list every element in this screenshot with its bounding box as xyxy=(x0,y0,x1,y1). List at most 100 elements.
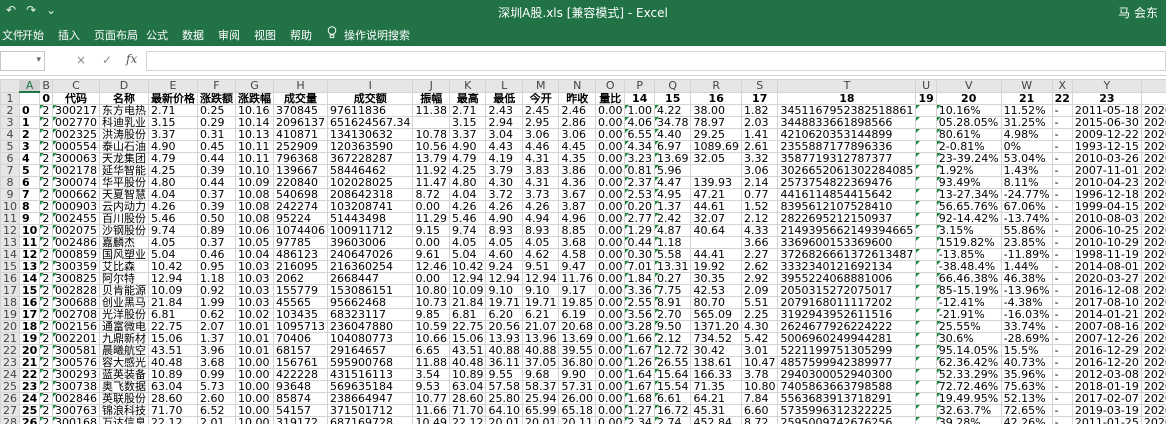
cell[interactable]: 44.41 xyxy=(690,247,742,261)
cell[interactable]: 2 xyxy=(39,247,53,261)
cell[interactable]: 2 xyxy=(39,199,53,213)
column-header[interactable]: W xyxy=(1000,79,1053,93)
cell[interactable]: 9.74 xyxy=(147,223,198,237)
cell[interactable]: 11.47 xyxy=(412,175,450,189)
cell[interactable]: 95224 xyxy=(272,211,328,225)
cell[interactable]: 0.00 xyxy=(594,379,626,393)
cell[interactable]: 3 xyxy=(18,139,41,153)
cell[interactable]: 10.03 xyxy=(234,283,274,297)
column-header[interactable]: C xyxy=(51,79,100,93)
column-header[interactable]: L xyxy=(485,79,523,93)
cell[interactable] xyxy=(690,163,742,177)
cell[interactable]: 3.72 xyxy=(485,187,523,201)
cell[interactable]: 11.92 xyxy=(412,163,450,177)
cell[interactable]: 5.73 xyxy=(196,379,236,393)
cell[interactable]: 10.42 xyxy=(448,259,487,273)
cell[interactable]: 4210620353144899 xyxy=(777,127,917,141)
cell[interactable]: 4.62 xyxy=(521,247,560,261)
header-cell[interactable]: 最低 xyxy=(485,91,523,105)
cell[interactable]: 3.78 xyxy=(740,367,779,381)
cell[interactable]: 10.06 xyxy=(234,223,274,237)
cell[interactable]: 2 xyxy=(39,115,53,129)
cell[interactable]: 0.00 xyxy=(594,115,626,129)
cell[interactable]: 天龙集团 xyxy=(98,151,149,165)
cell[interactable]: 6.61 xyxy=(653,391,692,405)
cell[interactable]: 22.75 xyxy=(147,319,198,333)
cell[interactable]: 6.65 xyxy=(412,343,450,357)
row-header[interactable]: 24 xyxy=(0,367,20,381)
header-cell[interactable]: 16 xyxy=(690,91,742,105)
cell[interactable]: 10.08 xyxy=(234,199,274,213)
name-box[interactable]: ▾ xyxy=(0,51,45,71)
cell[interactable]: 10.00 xyxy=(234,355,274,369)
cell[interactable] xyxy=(412,115,450,129)
cell[interactable]: 2020-04-02 15 xyxy=(1140,175,1166,189)
cell[interactable]: 15 xyxy=(18,283,41,297)
cell[interactable]: 40.64 xyxy=(690,223,742,237)
row-header[interactable]: 27 xyxy=(0,403,20,417)
cell[interactable]: 2020-04-02 15 xyxy=(1140,367,1166,381)
cell[interactable]: 9.53 xyxy=(412,379,450,393)
cell[interactable]: 000903 xyxy=(51,199,100,213)
cell[interactable]: 0.00 xyxy=(594,247,626,261)
cell[interactable]: 6.55 xyxy=(624,127,655,141)
cell[interactable]: 0.30 xyxy=(624,247,655,261)
cell[interactable]: 4.96 xyxy=(558,211,596,225)
header-cell[interactable]: 最新价格 xyxy=(147,91,198,105)
cell[interactable]: 21.84 xyxy=(147,295,198,309)
column-header[interactable]: Y xyxy=(1071,79,1142,93)
cell[interactable]: 7 xyxy=(18,187,41,201)
cell[interactable]: 2014-08-01 xyxy=(1071,259,1142,273)
cell[interactable]: 10.09 xyxy=(147,283,198,297)
cell[interactable]: 2573754822369476 xyxy=(777,175,917,189)
cell[interactable]: 10.89 xyxy=(147,367,198,381)
row-header[interactable]: 7 xyxy=(0,163,20,177)
cell[interactable]: 2 xyxy=(39,271,53,285)
cell[interactable]: 0.00 xyxy=(594,283,626,297)
cell[interactable]: - xyxy=(1051,355,1073,369)
cell[interactable]: 3726826661372613487 xyxy=(777,247,917,261)
cell[interactable]: 4.31 xyxy=(521,175,560,189)
tab-page-layout[interactable]: 页面布局 xyxy=(94,27,138,43)
row-header[interactable]: 6 xyxy=(0,151,20,165)
cell[interactable]: 55.86% xyxy=(1000,223,1053,237)
cell[interactable]: 19.71 xyxy=(485,295,523,309)
cell[interactable]: 2.94 xyxy=(485,115,523,129)
column-header[interactable]: S xyxy=(740,79,779,93)
row-header[interactable]: 17 xyxy=(0,283,20,297)
cell[interactable]: 3.32 xyxy=(740,151,779,165)
row-header[interactable]: 19 xyxy=(0,307,20,321)
cell[interactable]: 2011-05-18 xyxy=(1071,103,1142,117)
cell[interactable]: 5006960249944281 xyxy=(777,331,917,345)
cell[interactable]: 4.40 xyxy=(653,127,692,141)
cell[interactable]: 0.00 xyxy=(412,235,450,249)
cell[interactable]: 6 xyxy=(18,175,41,189)
cell[interactable]: 26 xyxy=(18,415,41,424)
cell[interactable]: 2012-03-08 xyxy=(1071,367,1142,381)
cell[interactable]: 300825 xyxy=(51,271,100,285)
header-cell[interactable]: 时间 xyxy=(1140,91,1166,105)
cell[interactable]: - xyxy=(1051,271,1073,285)
cell[interactable] xyxy=(915,151,937,165)
cell[interactable]: 0.00 xyxy=(594,331,626,345)
header-cell[interactable]: 振幅 xyxy=(412,91,450,105)
cell[interactable]: 15.64 xyxy=(653,367,692,381)
cell[interactable]: 0.39 xyxy=(196,199,236,213)
cell[interactable]: 300359 xyxy=(51,259,100,273)
cell[interactable]: 0.00 xyxy=(594,355,626,369)
cell[interactable]: 1.67 xyxy=(624,379,655,393)
cell[interactable]: 10.66 xyxy=(412,331,450,345)
cell[interactable]: 8.72 xyxy=(412,187,450,201)
cell[interactable]: 3.68 xyxy=(196,355,236,369)
cell[interactable]: 002708 xyxy=(51,307,100,321)
header-cell[interactable]: 昨收 xyxy=(558,91,596,105)
cell[interactable] xyxy=(915,343,937,357)
cell[interactable]: 3026652061302284085 xyxy=(777,163,917,177)
cell[interactable]: 9.61 xyxy=(412,247,450,261)
cell[interactable]: 1095713 xyxy=(272,319,328,333)
cell[interactable]: 3192943952611516 xyxy=(777,307,917,321)
cell[interactable]: 30.6% xyxy=(935,331,1002,345)
cell[interactable]: - xyxy=(1051,115,1073,129)
cell[interactable]: 10.00 xyxy=(234,379,274,393)
cell[interactable]: 2020-04-02 15 xyxy=(1140,259,1166,273)
